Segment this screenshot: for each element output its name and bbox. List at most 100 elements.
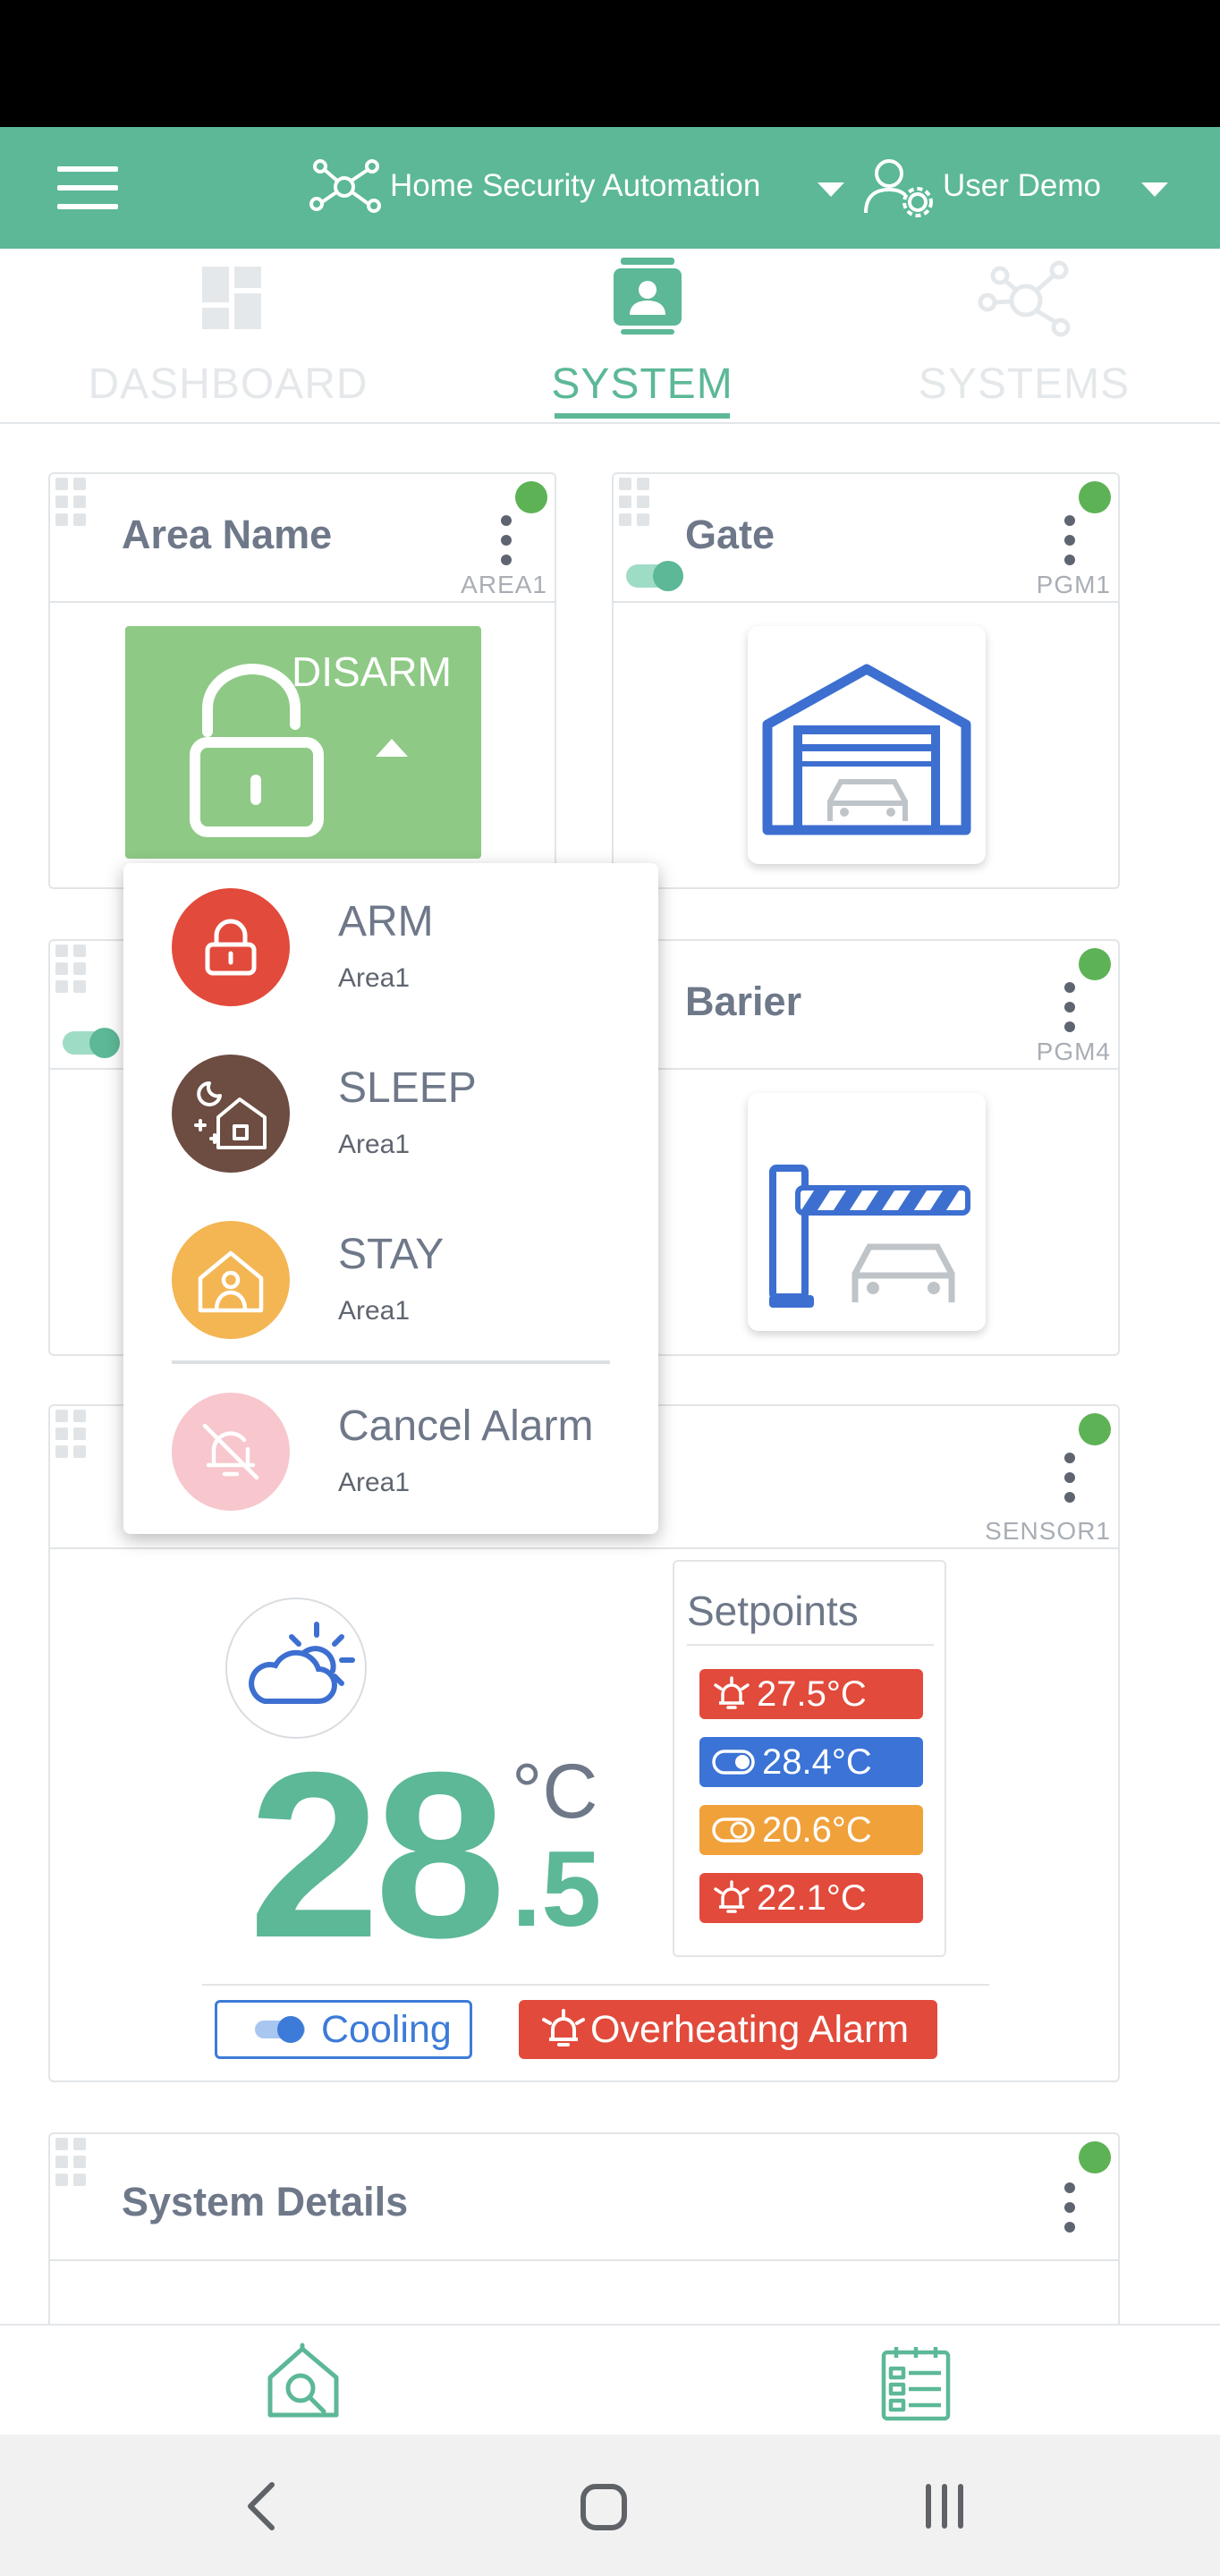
status-online-dot: [515, 481, 547, 513]
menu-divider: [172, 1360, 610, 1364]
arm-circle: [172, 888, 290, 1006]
card-divider: [50, 1547, 1118, 1549]
tab-system[interactable]: SYSTEM: [537, 258, 748, 424]
weather-badge: [225, 1597, 367, 1739]
setpoint-value: 28.4°C: [762, 1741, 872, 1782]
status-online-dot: [1079, 481, 1111, 513]
caret-up-icon: [376, 739, 408, 757]
system-selector[interactable]: Home Security Automation: [308, 154, 844, 222]
drag-handle-icon[interactable]: [619, 478, 655, 526]
partly-cloudy-icon: [249, 1622, 355, 1704]
menu-item-arm[interactable]: ARM Area1: [123, 863, 658, 1015]
tab-systems[interactable]: SYSTEMS: [894, 258, 1154, 419]
tab-bar: DASHBOARD SYSTEM SYSTEMS: [0, 249, 1220, 424]
barrier-gate-icon: [769, 1165, 970, 1308]
home-security-button[interactable]: [265, 2343, 345, 2424]
menu-item-sleep[interactable]: SLEEP Area1: [123, 1030, 658, 1182]
home-search-icon: [267, 2343, 339, 2418]
setpoint-value: 22.1°C: [757, 1877, 867, 1918]
setpoint-value: 20.6°C: [762, 1809, 872, 1850]
system-name: Home Security Automation: [390, 168, 761, 203]
menu-item-stay[interactable]: STAY Area1: [123, 1196, 658, 1348]
event-log-button[interactable]: [880, 2345, 955, 2422]
bottom-app-bar: [0, 2324, 1220, 2435]
card-divider: [614, 1068, 1118, 1070]
recent-apps-icon[interactable]: [923, 2483, 968, 2529]
card-title: System Details: [122, 2179, 409, 2224]
area-card: Area Name AREA1 DISARM: [48, 472, 556, 889]
chevron-down-icon[interactable]: [818, 182, 844, 197]
overheating-alarm-chip[interactable]: Overheating Alarm: [519, 2000, 937, 2059]
status-bar: [0, 0, 1220, 127]
status-online-dot: [1079, 948, 1111, 980]
card-divider: [50, 601, 555, 603]
alarm-bell-icon: [542, 2009, 585, 2046]
tab-active-indicator: [555, 413, 730, 419]
setpoint-pill[interactable]: 28.4°C: [699, 1737, 923, 1787]
toggle-icon: [712, 1818, 755, 1843]
app-header: Home Security Automation User Demo: [0, 127, 1220, 249]
home-icon[interactable]: [580, 2483, 630, 2533]
barier-tile[interactable]: [748, 1093, 986, 1331]
setpoints-panel: Setpoints 27.5°C 28.4°C 20.6°C 22.1°C: [673, 1560, 946, 1957]
arm-mode-menu: ARM Area1 SLEEP Area1 STAY Area1 Cancel …: [123, 863, 658, 1534]
user-name: User Demo: [943, 168, 1101, 203]
status-online-dot: [1079, 2141, 1111, 2174]
more-options-icon[interactable]: [1064, 2182, 1075, 2241]
card-divider: [50, 2259, 1118, 2261]
card-title: Area Name: [122, 512, 333, 557]
sleep-circle: [172, 1055, 290, 1173]
drag-handle-icon[interactable]: [55, 478, 91, 526]
more-options-icon[interactable]: [1064, 515, 1075, 574]
more-options-icon[interactable]: [501, 515, 512, 574]
setpoint-pill[interactable]: 22.1°C: [699, 1873, 923, 1923]
cancel-alarm-circle: [172, 1393, 290, 1511]
hamburger-menu-icon[interactable]: [57, 166, 120, 209]
tab-label: SYSTEM: [551, 360, 733, 408]
menu-item-sublabel: Area1: [338, 1296, 411, 1326]
contact-card-icon: [614, 258, 682, 335]
temperature-whole: 28: [249, 1723, 506, 1987]
card-title: Barier: [685, 979, 802, 1024]
more-options-icon[interactable]: [1064, 982, 1075, 1041]
alarm-bell-icon: [714, 1880, 750, 1913]
barier-card: Barier PGM4: [612, 939, 1120, 1356]
card-divider: [202, 1984, 989, 1986]
menu-item-label: SLEEP: [338, 1064, 477, 1112]
setpoint-value: 27.5°C: [757, 1674, 867, 1714]
drag-handle-icon[interactable]: [55, 2138, 91, 2186]
disarm-label: DISARM: [292, 648, 452, 695]
setpoint-pill[interactable]: 20.6°C: [699, 1805, 923, 1855]
user-menu[interactable]: User Demo: [862, 154, 1131, 222]
garage-icon: [762, 664, 971, 835]
card-divider: [687, 1644, 934, 1646]
gate-card: Gate PGM1: [612, 472, 1120, 889]
chevron-down-icon[interactable]: [1141, 182, 1168, 197]
menu-item-sublabel: Area1: [338, 963, 411, 993]
network-icon: [309, 159, 381, 213]
menu-item-label: STAY: [338, 1231, 445, 1278]
more-options-icon[interactable]: [1064, 1453, 1075, 1512]
cooling-chip[interactable]: Cooling: [215, 2000, 472, 2059]
toggle-on-icon: [255, 2016, 305, 2043]
stay-circle: [172, 1221, 290, 1339]
disarm-button[interactable]: DISARM: [125, 626, 481, 859]
card-id: PGM1: [1036, 571, 1111, 598]
setpoints-title: Setpoints: [687, 1588, 859, 1634]
menu-item-cancel-alarm[interactable]: Cancel Alarm Area1: [123, 1368, 658, 1520]
drag-handle-icon[interactable]: [55, 945, 91, 993]
system-navigation-bar: [0, 2435, 1220, 2576]
back-icon[interactable]: [245, 2481, 275, 2531]
sleep-house-icon: [194, 1081, 267, 1149]
gate-toggle[interactable]: [626, 560, 683, 592]
drag-handle-icon[interactable]: [55, 1410, 91, 1458]
gate-tile[interactable]: [748, 626, 986, 864]
bell-off-icon: [202, 1423, 259, 1480]
menu-item-sublabel: Area1: [338, 1468, 411, 1497]
card-divider: [614, 601, 1118, 603]
temperature-decimal: .5: [512, 1829, 602, 1949]
alarm-bell-icon: [714, 1676, 750, 1709]
tab-dashboard[interactable]: DASHBOARD: [54, 267, 402, 419]
setpoint-pill[interactable]: 27.5°C: [699, 1669, 923, 1719]
card-toggle[interactable]: [63, 1027, 120, 1059]
